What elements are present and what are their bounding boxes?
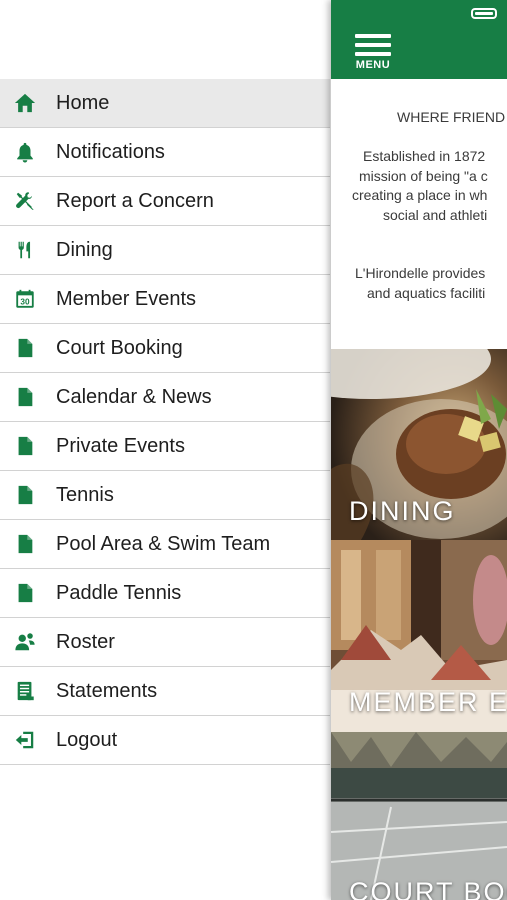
sidebar-item-private-events[interactable]: Private Events — [0, 422, 330, 471]
battery-icon — [471, 8, 497, 19]
sidebar-item-court-booking[interactable]: Court Booking — [0, 324, 330, 373]
sidebar-item-paddle-tennis[interactable]: Paddle Tennis — [0, 569, 330, 618]
main-content-panel[interactable]: MENU WHERE FRIEND Established in 1872 mi… — [331, 0, 507, 900]
intro-line: Established in 1872 — [363, 148, 486, 164]
tools-icon — [13, 189, 37, 213]
sidebar-item-label: Home — [56, 91, 110, 114]
sidebar-item-statements[interactable]: Statements — [0, 667, 330, 716]
sidebar-item-label: Member Events — [56, 287, 197, 310]
intro-line: creating a place in wh — [352, 187, 488, 203]
document-icon — [13, 581, 37, 605]
sidebar-item-tennis[interactable]: Tennis — [0, 471, 330, 520]
sidebar-item-label: Logout — [56, 728, 118, 751]
menu-label: MENU — [355, 59, 391, 71]
sidebar-item-calendar-news[interactable]: Calendar & News — [0, 373, 330, 422]
sidebar-item-label: Court Booking — [56, 336, 183, 359]
document-icon — [13, 434, 37, 458]
sidebar-item-label: Private Events — [56, 434, 185, 457]
sidebar-item-label: Roster — [56, 630, 115, 653]
court-booking-photo — [331, 732, 507, 900]
drawer-menu-list: Home Notifications Report a Concern Dini… — [0, 79, 330, 765]
sidebar-item-label: Report a Concern — [56, 189, 214, 212]
intro-line: social and athleti — [383, 207, 488, 223]
app-header-bar: MENU — [331, 0, 507, 79]
bell-icon — [13, 140, 37, 164]
home-icon — [13, 91, 37, 115]
menu-button[interactable]: MENU — [354, 34, 392, 74]
sidebar-item-home[interactable]: Home — [0, 79, 330, 128]
sidebar-item-notifications[interactable]: Notifications — [0, 128, 330, 177]
dining-tile[interactable]: DINING — [331, 349, 507, 540]
intro-line: and aquatics faciliti — [367, 285, 486, 301]
sidebar-item-logout[interactable]: Logout — [0, 716, 330, 765]
court-booking-tile[interactable]: COURT BOO — [331, 732, 507, 900]
sidebar-item-report-a-concern[interactable]: Report a Concern — [0, 177, 330, 226]
sidebar-item-label: Tennis — [56, 483, 114, 506]
sidebar-item-member-events[interactable]: 30 Member Events — [0, 275, 330, 324]
statement-icon — [13, 679, 37, 703]
document-icon — [13, 385, 37, 409]
document-icon — [13, 336, 37, 360]
intro-line: mission of being "a c — [359, 168, 488, 184]
sidebar-item-label: Notifications — [56, 140, 165, 163]
calendar-day-text: 30 — [20, 298, 30, 307]
sidebar-item-label: Calendar & News — [56, 385, 212, 408]
sidebar-item-label: Statements — [56, 679, 158, 702]
sidebar-item-roster[interactable]: Roster — [0, 618, 330, 667]
tile-caption: MEMBER E — [349, 687, 507, 717]
club-intro-text: WHERE FRIEND Established in 1872 mission… — [331, 79, 507, 349]
sidebar-item-label: Dining — [56, 238, 113, 261]
intro-line: WHERE FRIEND — [397, 109, 506, 125]
tile-caption: COURT BOO — [349, 877, 507, 900]
calendar-icon: 30 — [13, 287, 37, 311]
sidebar-item-label: Pool Area & Swim Team — [56, 532, 271, 555]
member-events-tile[interactable]: MEMBER E — [331, 540, 507, 732]
sidebar-item-pool-area-swim-team[interactable]: Pool Area & Swim Team — [0, 520, 330, 569]
document-icon — [13, 483, 37, 507]
sidebar-item-dining[interactable]: Dining — [0, 226, 330, 275]
fork-knife-icon — [13, 238, 37, 262]
document-icon — [13, 532, 37, 556]
logout-icon — [13, 728, 37, 752]
sidebar-item-label: Paddle Tennis — [56, 581, 182, 604]
people-icon — [13, 630, 37, 654]
navigation-drawer: Home Notifications Report a Concern Dini… — [0, 0, 331, 900]
intro-line: L'Hirondelle provides — [355, 265, 486, 281]
tile-caption: DINING — [349, 496, 456, 526]
